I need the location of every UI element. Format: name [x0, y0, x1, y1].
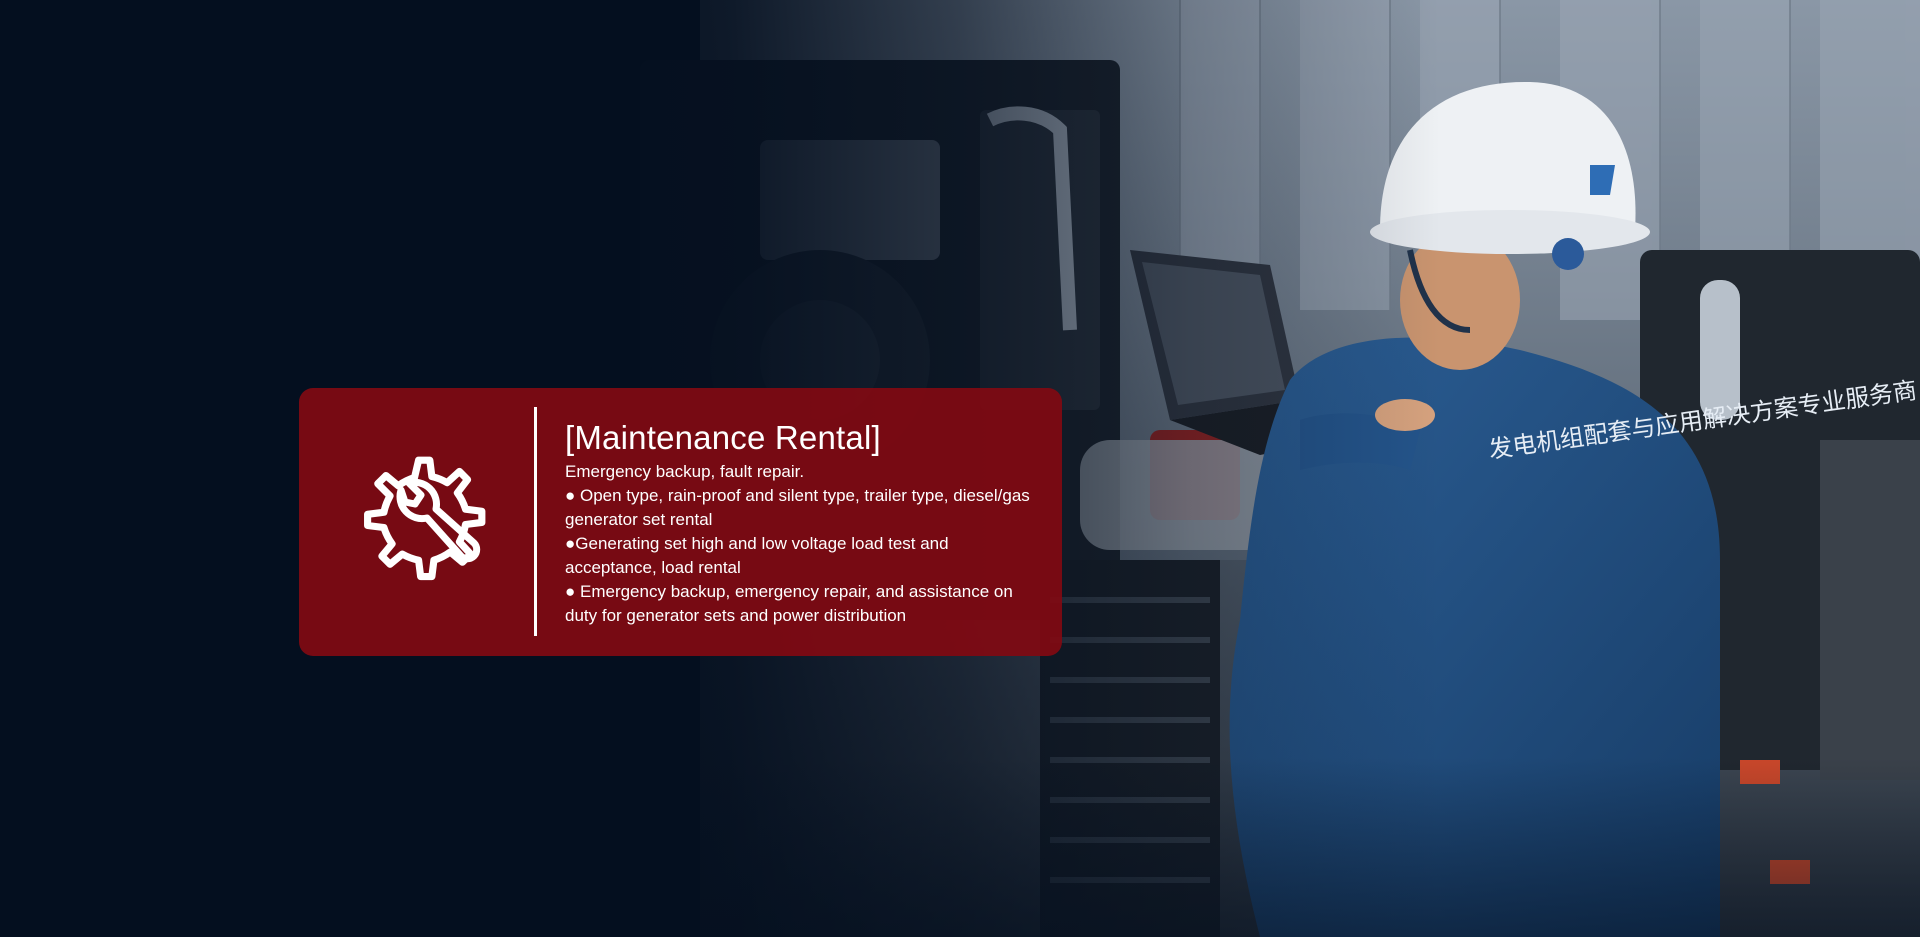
- card-divider: [534, 407, 537, 636]
- card-text: [Maintenance Rental] Emergency backup, f…: [565, 418, 1035, 628]
- hero-banner: 发电机组配套与应用解决方案专业服务商 [Maintenance Rental] …: [0, 0, 1920, 937]
- maintenance-rental-card: [Maintenance Rental] Emergency backup, f…: [299, 388, 1062, 656]
- card-line-3: ●Generating set high and low voltage loa…: [565, 534, 949, 577]
- card-line-2: ● Open type, rain-proof and silent type,…: [565, 486, 1030, 529]
- card-line-1: Emergency backup, fault repair.: [565, 462, 805, 481]
- card-title: [Maintenance Rental]: [565, 419, 881, 456]
- card-line-4: ● Emergency backup, emergency repair, an…: [565, 582, 1013, 625]
- gear-wrench-icon: [343, 440, 503, 600]
